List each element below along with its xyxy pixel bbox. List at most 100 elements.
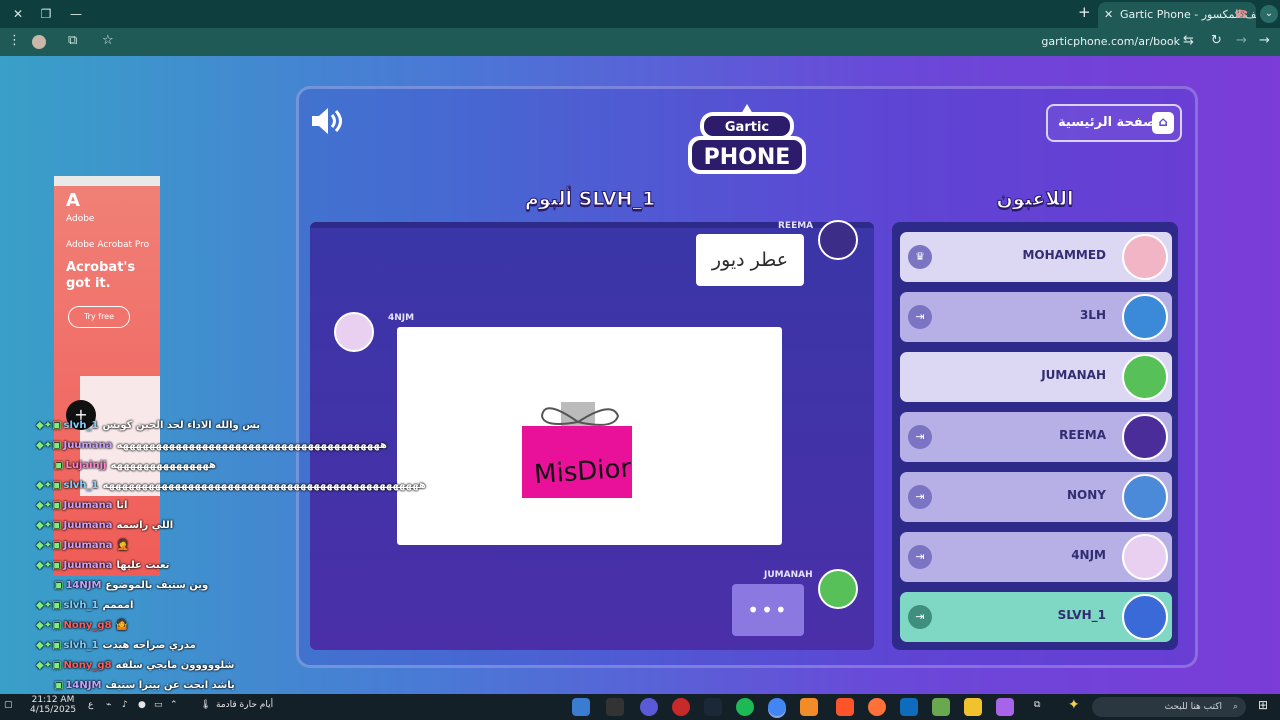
minimize-window-icon[interactable]: — — [62, 3, 90, 25]
store-icon[interactable] — [932, 698, 950, 716]
crown-icon: ♛ — [908, 245, 932, 269]
app-icon[interactable] — [672, 698, 690, 716]
exit-icon[interactable]: ⇥ — [908, 425, 932, 449]
bookmark-star-icon[interactable]: ☆ — [102, 33, 114, 48]
chat-username: Nony_g8 — [63, 660, 112, 671]
reload-icon[interactable]: ↻ — [1211, 33, 1222, 48]
chat-badge-icon: ◆✦▣ — [36, 600, 62, 611]
microphone-icon[interactable]: ● — [138, 700, 146, 710]
weather-icon: 🌡 — [200, 700, 212, 710]
exit-icon[interactable]: ⇥ — [908, 305, 932, 329]
chat-username: Juumana — [63, 520, 113, 531]
restore-window-icon[interactable]: ❐ — [32, 3, 60, 25]
weather-text[interactable]: أيام حارة قادمة — [216, 700, 273, 710]
close-window-icon[interactable]: ✕ — [4, 3, 32, 25]
chat-badge-icon: ◆✦▣ — [36, 500, 62, 511]
close-tab-icon[interactable]: ✕ — [1104, 2, 1113, 28]
app-icon[interactable] — [640, 698, 658, 716]
chrome-icon[interactable] — [768, 698, 786, 716]
adobe-ad[interactable]: A Adobe Adobe Acrobat Pro Acrobat's got … — [54, 176, 160, 576]
camera-icon[interactable]: ▭ — [154, 700, 163, 710]
player-name: 4NJM — [1071, 548, 1106, 562]
network-icon[interactable]: ⌁ — [106, 700, 111, 710]
language-indicator[interactable]: ع — [88, 700, 93, 710]
outlook-icon[interactable] — [900, 698, 918, 716]
chat-message: 🤦 — [116, 540, 129, 551]
copilot-icon[interactable] — [996, 698, 1014, 716]
site-settings-icon[interactable]: ⇆ — [1183, 33, 1194, 48]
typing-username: JUMANAH — [764, 570, 813, 580]
player-row: ♛ MOHAMMED — [900, 232, 1172, 282]
steam-icon[interactable] — [704, 698, 722, 716]
chat-line: ◆✦▣ Nony_g8 شلووووون مايجي سلفه — [36, 660, 234, 671]
menu-dots-icon[interactable]: ⋮ — [8, 33, 21, 48]
clock[interactable]: 21:12 AM 4/15/2025 — [30, 695, 76, 715]
home-button[interactable]: الصفحة الرئيسية ⌂ — [1046, 104, 1182, 142]
typing-bubble: ••• — [732, 584, 804, 636]
chat-message: ياشد ابحث عن بيتزا ستيف — [105, 680, 235, 691]
chat-line: ◆✦▣ Juumana هههههههههههههههههههههههههههههه… — [36, 440, 387, 451]
browser-tab[interactable]: ✕ Gartic Phone - الهاتف المكسور ☎ — [1098, 2, 1256, 28]
new-tab-button[interactable]: + — [1078, 3, 1091, 21]
home-button-label: الصفحة الرئيسية — [1058, 115, 1166, 130]
ad-try-free-button[interactable]: Try free — [68, 306, 130, 328]
ad-product: Adobe Acrobat Pro — [66, 240, 150, 250]
exit-icon[interactable]: ⇥ — [908, 485, 932, 509]
player-avatar — [1122, 414, 1168, 460]
chat-badge-icon: ◆✦▣ — [36, 660, 62, 671]
app-icon[interactable] — [800, 698, 818, 716]
ad-preview-image — [80, 376, 160, 496]
chat-message: اللي راسمه — [116, 520, 174, 531]
profile-avatar[interactable] — [32, 35, 46, 49]
chat-message: هههههههههههههههههههههههههههههههههههههههه… — [102, 480, 426, 491]
player-name: SLVH_1 — [1057, 608, 1106, 622]
chat-line: ◆✦▣ slvh_1 امممم — [36, 600, 133, 611]
notification-icon[interactable]: ▢ — [4, 700, 13, 710]
player-row: ⇥ 3LH — [900, 292, 1172, 342]
back-icon[interactable]: → — [1259, 33, 1270, 48]
app-icon[interactable] — [572, 698, 590, 716]
exit-icon[interactable]: ⇥ — [908, 545, 932, 569]
chat-badge-icon: ◆✦▣ — [36, 420, 62, 431]
forward-icon[interactable]: → — [1236, 33, 1247, 48]
player-row: ⇥ REEMA — [900, 412, 1172, 462]
search-icon: ⌕ — [1232, 702, 1238, 712]
player-avatar — [1122, 534, 1168, 580]
drawing-username: 4NJM — [388, 313, 415, 323]
tab-search-button[interactable]: ⌄ — [1260, 5, 1278, 23]
adobe-logo-icon: A — [66, 190, 80, 211]
speaker-icon[interactable]: ♪ — [122, 700, 128, 710]
url-text[interactable]: garticphone.com/ar/book — [1040, 35, 1180, 48]
exit-icon[interactable]: ⇥ — [908, 605, 932, 629]
chat-username: Juumana — [63, 560, 113, 571]
file-explorer-icon[interactable] — [964, 698, 982, 716]
home-icon: ⌂ — [1152, 112, 1174, 134]
chat-line: ◆✦▣ Juumana تعبت عليها — [36, 560, 169, 571]
clock-date: 4/15/2025 — [30, 705, 77, 715]
player-avatar — [1122, 594, 1168, 640]
chat-username: Lujainjj — [65, 460, 107, 471]
copilot-sparkle-icon[interactable]: ✦ — [1068, 697, 1080, 713]
chat-username: slvh_1 — [63, 640, 99, 651]
task-view-icon[interactable]: ⧉ — [1034, 700, 1040, 710]
tray-overflow-icon[interactable]: ⌃ — [170, 700, 178, 710]
brave-icon[interactable] — [836, 698, 854, 716]
player-row: ⇥ NONY — [900, 472, 1172, 522]
taskbar-search[interactable]: اكتب هنا للبحث ⌕ — [1092, 697, 1246, 717]
firefox-icon[interactable] — [868, 698, 886, 716]
chat-badge-icon: ◆✦▣ — [36, 440, 62, 451]
extensions-icon[interactable]: ⧉ — [68, 33, 77, 48]
app-icon[interactable] — [606, 698, 624, 716]
ad-info-bar — [54, 176, 160, 186]
jumanah-avatar — [818, 569, 858, 609]
browser-tab-bar: ✕ ❐ — + ✕ Gartic Phone - الهاتف المكسور … — [0, 0, 1280, 28]
windows-start-icon[interactable]: ⊞ — [1258, 698, 1268, 712]
spotify-icon[interactable] — [736, 698, 754, 716]
player-name: NONY — [1067, 488, 1106, 502]
sound-toggle-icon[interactable] — [310, 106, 344, 136]
reply-username: REEMA — [778, 221, 814, 231]
gartic-phone-logo: Gartic PHONE — [688, 104, 806, 174]
chat-line: ◆✦▣ Juumana اللي راسمه — [36, 520, 173, 531]
chat-username: 14NJM — [65, 580, 102, 591]
chat-line: ◆✦▣ slvh_1 ههههههههههههههههههههههههههههههه… — [36, 480, 426, 491]
